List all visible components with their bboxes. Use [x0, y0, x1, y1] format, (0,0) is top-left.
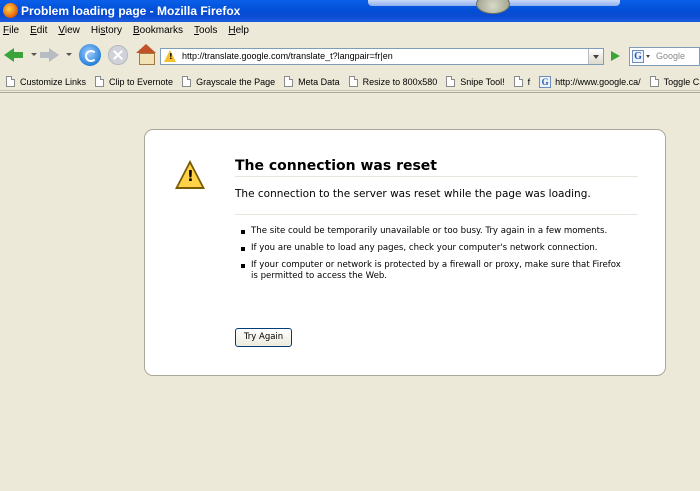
page-icon — [284, 76, 294, 87]
menu-view[interactable]: View — [58, 25, 80, 36]
bookmark-toggle-css[interactable]: Toggle CSS — [649, 76, 700, 87]
bookmark-customize-links[interactable]: Customize Links — [6, 76, 86, 87]
forward-arrow-icon[interactable] — [40, 46, 60, 64]
back-arrow-icon[interactable] — [4, 46, 24, 64]
list-item: If your computer or network is protected… — [241, 260, 623, 282]
google-engine-icon[interactable]: G — [632, 50, 644, 63]
address-url[interactable]: http://translate.google.com/translate_t?… — [182, 51, 393, 61]
error-suggestions-list: The site could be temporarily unavailabl… — [241, 226, 623, 288]
list-item: The site could be temporarily unavailabl… — [241, 226, 623, 237]
navigation-toolbar: http://translate.google.com/translate_t?… — [0, 39, 700, 73]
window-title: Problem loading page - Mozilla Firefox — [21, 4, 241, 18]
reload-icon[interactable] — [79, 44, 101, 66]
bookmark-grayscale-the-page[interactable]: Grayscale the Page — [182, 76, 275, 87]
search-engine-dropdown-icon[interactable] — [646, 55, 650, 58]
menu-file[interactable]: File — [3, 25, 19, 36]
menu-edit[interactable]: Edit — [30, 25, 47, 36]
search-input[interactable]: Google — [656, 51, 685, 61]
page-icon — [95, 76, 105, 87]
google-icon: G — [539, 75, 552, 88]
error-title: The connection was reset — [235, 158, 437, 174]
bookmark-resize[interactable]: Resize to 800x580 — [348, 76, 437, 87]
bookmarks-toolbar: Customize Links Clip to Evernote Graysca… — [0, 73, 700, 91]
title-bar-knob — [476, 0, 510, 14]
page-icon — [348, 76, 358, 87]
page-icon — [513, 76, 523, 87]
title-bar[interactable]: Problem loading page - Mozilla Firefox — [0, 0, 700, 22]
menu-history[interactable]: History — [91, 25, 122, 36]
menu-bar: File Edit View History Bookmarks Tools H… — [0, 22, 700, 39]
title-divider — [235, 176, 638, 177]
back-history-dropdown-icon[interactable] — [31, 53, 37, 56]
warning-triangle-icon: ! — [175, 160, 206, 190]
address-bar[interactable]: http://translate.google.com/translate_t?… — [160, 48, 604, 65]
bookmark-f[interactable]: f — [513, 76, 530, 87]
try-again-button[interactable]: Try Again — [235, 328, 292, 347]
menu-help[interactable]: Help — [228, 25, 249, 36]
menu-bookmarks[interactable]: Bookmarks — [133, 25, 183, 36]
page-content: ! The connection was reset The connectio… — [0, 92, 700, 491]
error-description: The connection to the server was reset w… — [235, 188, 591, 200]
menu-tools[interactable]: Tools — [194, 25, 217, 36]
bookmark-clip-to-evernote[interactable]: Clip to Evernote — [95, 76, 173, 87]
page-icon — [6, 76, 15, 87]
url-history-dropdown-icon[interactable] — [588, 49, 603, 64]
warning-icon — [164, 50, 177, 62]
bookmark-google[interactable]: Ghttp://www.google.ca/ — [539, 75, 641, 88]
bookmark-meta-data[interactable]: Meta Data — [284, 76, 340, 87]
home-icon[interactable] — [136, 44, 156, 65]
firefox-logo-icon[interactable] — [3, 3, 18, 18]
error-page-container: ! The connection was reset The connectio… — [144, 129, 666, 376]
page-icon — [649, 76, 659, 87]
go-arrow-icon[interactable] — [607, 48, 624, 65]
search-bar[interactable]: G Google — [629, 47, 700, 66]
list-item: If you are unable to load any pages, che… — [241, 243, 623, 254]
stop-icon[interactable] — [108, 45, 128, 65]
forward-history-dropdown-icon[interactable] — [66, 53, 72, 56]
bookmark-snipe-tool[interactable]: Snipe Tool! — [446, 76, 505, 87]
description-divider — [235, 214, 638, 215]
page-icon — [182, 76, 192, 87]
page-icon — [446, 76, 456, 87]
